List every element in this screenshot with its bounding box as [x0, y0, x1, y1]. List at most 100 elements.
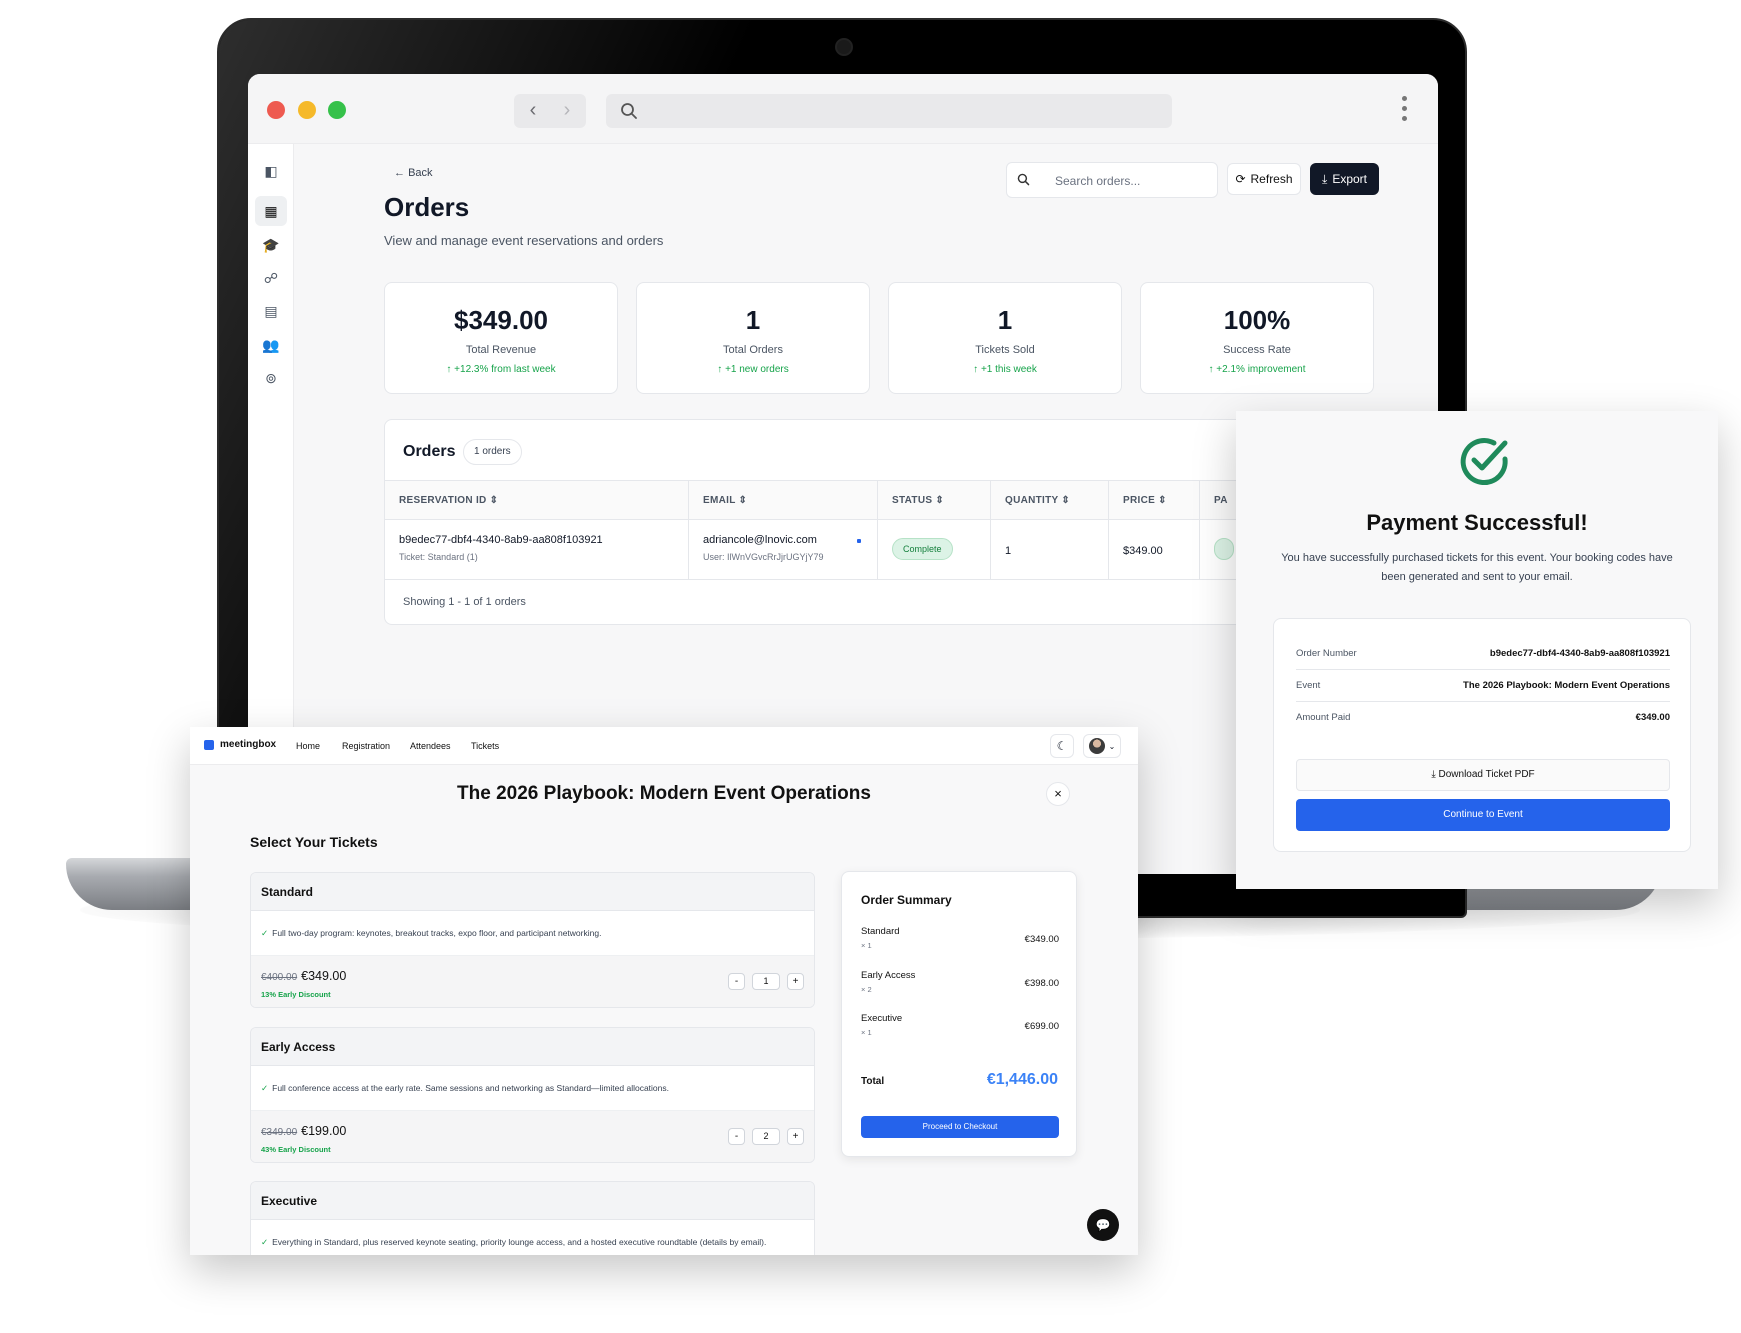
export-label: Export: [1332, 172, 1367, 186]
refresh-label: Refresh: [1250, 172, 1293, 186]
event-title: The 2026 Playbook: Modern Event Operatio…: [457, 783, 871, 804]
window-maximize-button[interactable]: [328, 101, 346, 119]
sitemap-icon[interactable]: ☍: [255, 263, 287, 293]
nav-link-registration[interactable]: Registration: [342, 741, 390, 751]
browser-forward-icon[interactable]: ›: [556, 100, 578, 122]
ticket-label: Ticket: Standard: [399, 552, 465, 562]
stat-label: Success Rate: [1223, 344, 1291, 356]
header-label: STATUS: [892, 495, 933, 506]
stat-label: Tickets Sold: [975, 344, 1035, 356]
quantity-input[interactable]: 2: [752, 1128, 780, 1145]
arrow-up-icon: ↑: [973, 364, 979, 375]
increment-button[interactable]: +: [787, 1128, 804, 1145]
back-link[interactable]: ← Back: [394, 167, 433, 179]
order-user-id: User: IlWnVGvcRrJjrUGYjY79: [703, 552, 824, 562]
page-subtitle: View and manage event reservations and o…: [384, 233, 664, 248]
discount-label: 43% Early Discount: [261, 1145, 331, 1154]
reservation-id: b9edec77-dbf4-4340-8ab9-aa808f103921: [399, 534, 603, 546]
select-tickets-heading: Select Your Tickets: [250, 834, 378, 850]
detail-row-event: Event The 2026 Playbook: Modern Event Op…: [1296, 670, 1670, 702]
stat-label: Total Orders: [723, 344, 783, 356]
search-icon: [621, 103, 637, 119]
arrow-up-icon: ↑: [717, 364, 723, 375]
continue-to-event-button[interactable]: Continue to Event: [1296, 799, 1670, 831]
download-label: Download Ticket PDF: [1438, 769, 1535, 780]
window-minimize-button[interactable]: [298, 101, 316, 119]
browser-toolbar: ‹ ›: [248, 74, 1438, 144]
payment-status-badge: [1214, 538, 1234, 560]
chat-icon[interactable]: 💬: [1087, 1209, 1119, 1241]
address-bar[interactable]: [606, 94, 1172, 128]
discount-label: 13% Early Discount: [261, 990, 331, 999]
window-close-button[interactable]: [267, 101, 285, 119]
brand-logo-icon: [204, 739, 214, 750]
page-title: Orders: [384, 192, 470, 222]
table-cell-status: Complete: [878, 520, 991, 580]
increment-button[interactable]: +: [787, 973, 804, 990]
ticket-booking-window: meetingbox Home Registration Attendees T…: [190, 727, 1138, 1255]
detail-value: The 2026 Playbook: Modern Event Operatio…: [1463, 680, 1670, 691]
users-icon[interactable]: 👥: [255, 330, 287, 360]
user-menu[interactable]: ⌄: [1083, 734, 1121, 758]
column-header-status[interactable]: STATUS ⇕: [878, 480, 991, 520]
back-label: Back: [408, 167, 433, 179]
nav-link-home[interactable]: Home: [296, 741, 320, 751]
chevron-down-icon: ⌄: [1108, 741, 1116, 751]
arrow-left-icon: ←: [394, 167, 405, 179]
stat-label: Total Revenue: [465, 344, 537, 356]
header-label: RESERVATION ID: [399, 495, 487, 506]
sidebar-toggle-icon[interactable]: ◧: [255, 156, 287, 186]
calendar-icon[interactable]: ▦: [255, 196, 287, 226]
proceed-to-checkout-button[interactable]: Proceed to Checkout: [861, 1116, 1059, 1138]
ticket-option-standard: Standard ✓ Full two-day program: keynotes…: [250, 872, 815, 1008]
search-icon: [1017, 173, 1030, 186]
download-ticket-pdf-button[interactable]: ⤓ Download Ticket PDF: [1296, 759, 1670, 791]
ticket-description: ✓ Full two-day program: keynotes, breakou…: [251, 911, 814, 956]
download-icon: ⤓: [1322, 171, 1328, 186]
stat-delta-text: +12.3% from last week: [454, 364, 556, 375]
detail-value: b9edec77-dbf4-4340-8ab9-aa808f103921: [1489, 648, 1670, 659]
order-email: adriancole@lnovic.com: [703, 534, 817, 546]
marketing-composite: ‹ › ◧ ▦ 🎓 ☍ ▤ 👥 ⊚ ← Back Orders View and…: [0, 0, 1741, 1333]
download-icon: ⤓: [1431, 769, 1436, 780]
ticket-name: Early Access: [251, 1028, 814, 1066]
arrow-up-icon: ↑: [1208, 364, 1214, 375]
stat-value: $349.00: [454, 305, 548, 335]
browser-back-icon[interactable]: ‹: [522, 100, 544, 122]
status-badge: Complete: [892, 538, 953, 560]
payment-success-panel: Payment Successful! You have successfull…: [1236, 411, 1718, 889]
decrement-button[interactable]: -: [728, 973, 745, 990]
close-icon[interactable]: ×: [1046, 782, 1070, 806]
header-label: PRICE: [1123, 495, 1156, 506]
ticket-type: Ticket: Standard (1): [399, 552, 688, 562]
stat-delta-text: +1 new orders: [725, 364, 789, 375]
detail-row-amount: Amount Paid €349.00: [1296, 702, 1670, 734]
decrement-button[interactable]: -: [728, 1128, 745, 1145]
column-header-reservation-id[interactable]: RESERVATION ID ⇕: [385, 480, 689, 520]
column-header-price[interactable]: PRICE ⇕: [1109, 480, 1200, 520]
stat-delta-text: +2.1% improvement: [1216, 364, 1306, 375]
pagination-summary: Showing 1 - 1 of 1 orders: [403, 596, 526, 608]
moon-icon[interactable]: ☾: [1050, 734, 1074, 758]
badge-icon[interactable]: ⊚: [255, 363, 287, 393]
column-header-email[interactable]: EMAIL ⇕: [689, 480, 878, 520]
header-label: QUANTITY: [1005, 495, 1059, 506]
search-orders-input[interactable]: Search orders...: [1006, 162, 1218, 198]
document-icon[interactable]: ▤: [255, 296, 287, 326]
table-cell-email[interactable]: adriancole@lnovic.com User: IlWnVGvcRrJj…: [689, 520, 878, 580]
table-cell-reservation[interactable]: b9edec77-dbf4-4340-8ab9-aa808f103921 Tic…: [385, 520, 689, 580]
nav-link-tickets[interactable]: Tickets: [471, 741, 499, 751]
avatar: [1088, 738, 1105, 754]
graduation-cap-icon[interactable]: 🎓: [255, 230, 287, 260]
refresh-button[interactable]: ⟳ Refresh: [1227, 163, 1301, 195]
stat-card-revenue: $349.00 Total Revenue ↑ +12.3% from last…: [384, 282, 618, 394]
column-header-quantity[interactable]: QUANTITY ⇕: [991, 480, 1109, 520]
ticket-count: (1): [466, 552, 478, 562]
export-button[interactable]: ⤓ Export: [1310, 163, 1379, 195]
table-cell-quantity: 1: [991, 520, 1109, 580]
quantity-input[interactable]: 1: [752, 973, 780, 990]
browser-menu-icon[interactable]: [1402, 96, 1408, 124]
brand-logo[interactable]: meetingbox: [204, 739, 276, 750]
nav-link-attendees[interactable]: Attendees: [410, 741, 451, 751]
detail-row-order-number: Order Number b9edec77-dbf4-4340-8ab9-aa8…: [1296, 638, 1670, 670]
